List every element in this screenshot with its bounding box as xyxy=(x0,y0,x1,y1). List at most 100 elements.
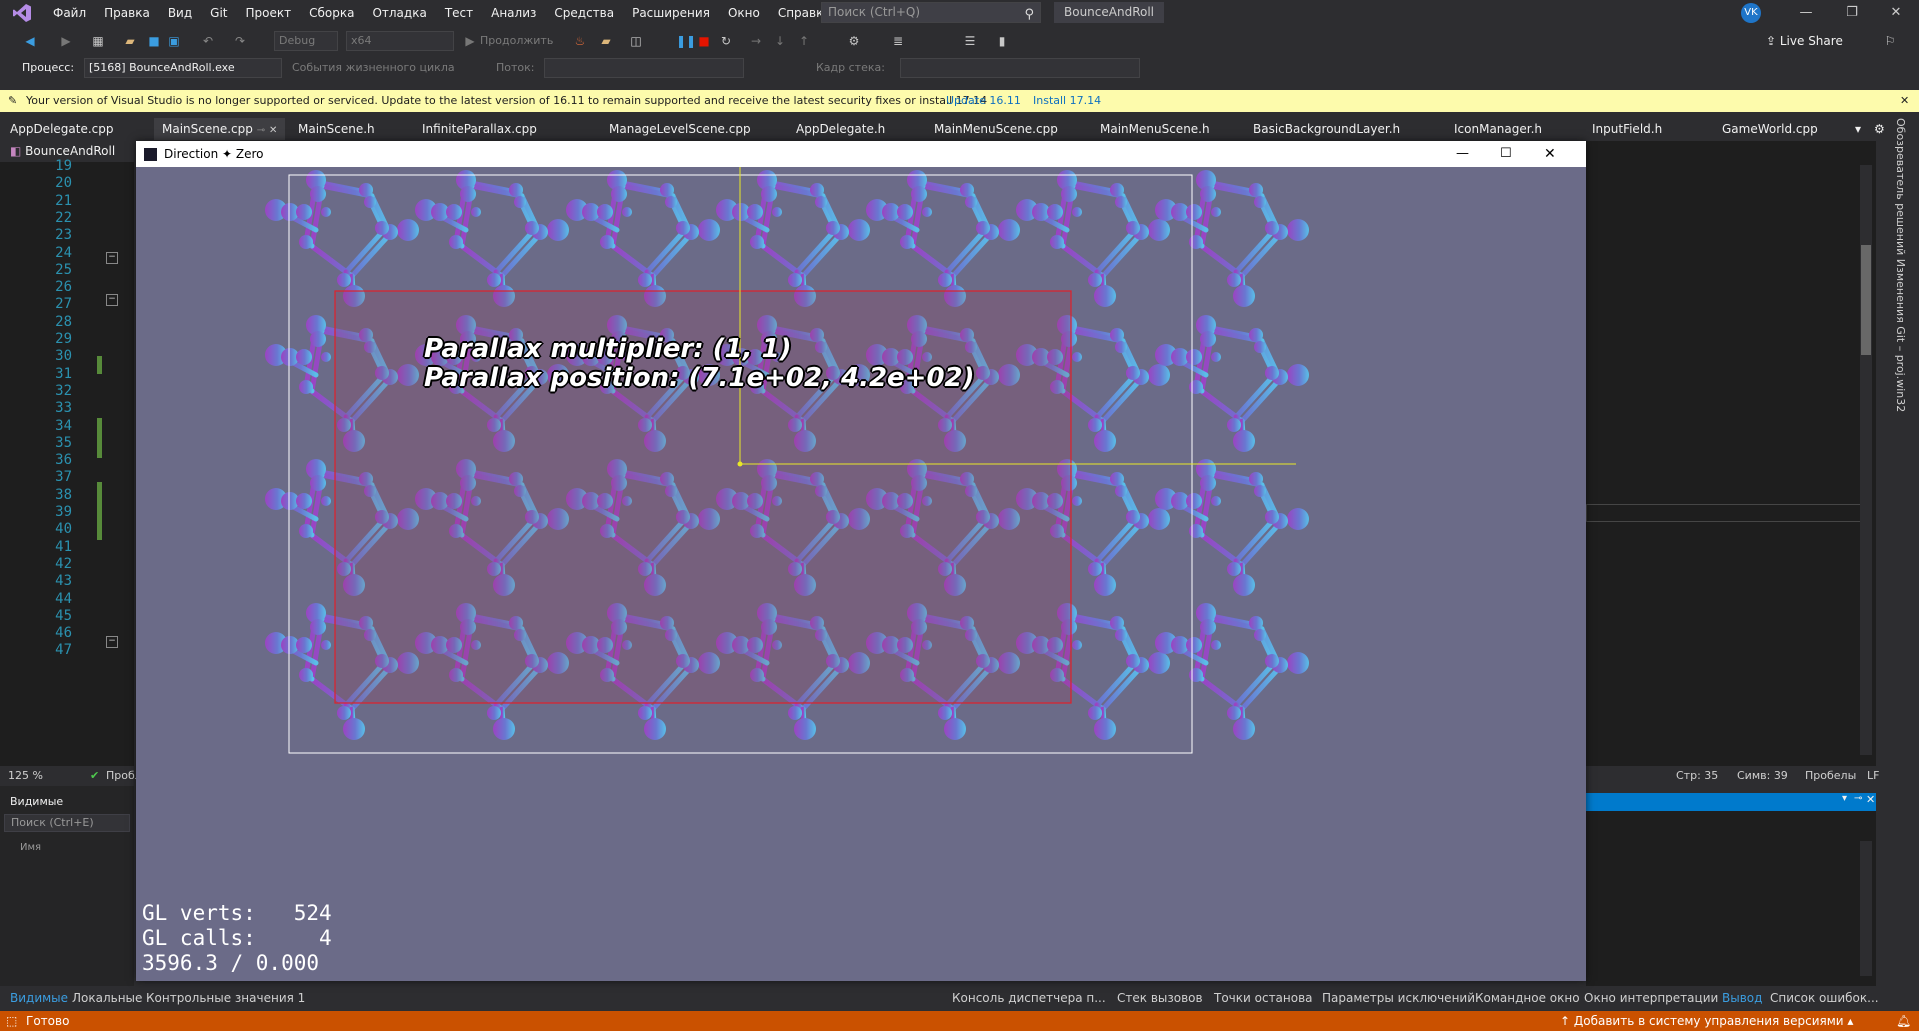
platform-select[interactable]: x64 xyxy=(346,31,454,51)
screenshot-icon[interactable]: ◫ xyxy=(628,33,644,49)
tab-call-stack[interactable]: Стек вызовов xyxy=(1117,987,1203,1009)
game-maximize-icon[interactable]: ☐ xyxy=(1500,141,1512,167)
tab-appdelegate-cpp[interactable]: AppDelegate.cpp xyxy=(10,118,114,140)
collapse-icon[interactable]: − xyxy=(106,294,118,306)
tab-locals[interactable]: Локальные xyxy=(72,987,142,1009)
tab-output[interactable]: Вывод xyxy=(1722,987,1762,1009)
game-minimize-icon[interactable]: — xyxy=(1456,141,1469,167)
menu-tools[interactable]: Средства xyxy=(545,0,623,26)
source-control-button[interactable]: ↑ Добавить в систему управления версиями… xyxy=(1560,1011,1853,1031)
search-input[interactable]: Поиск (Ctrl+Q) ⚲ xyxy=(821,2,1041,23)
tab-exception-settings[interactable]: Параметры исключений xyxy=(1322,987,1475,1009)
tab-mainscene-h[interactable]: MainScene.h xyxy=(298,118,375,140)
close-icon[interactable]: ✕ xyxy=(1873,0,1919,26)
close-tab-icon[interactable]: ✕ xyxy=(269,125,277,136)
save-all-icon[interactable]: ▣ xyxy=(166,33,182,49)
tab-immediate-window[interactable]: Окно интерпретации xyxy=(1584,987,1718,1009)
tab-managelevelscene-cpp[interactable]: ManageLevelScene.cpp xyxy=(609,118,751,140)
tab-autos[interactable]: Видимые xyxy=(10,987,68,1009)
column-name-header[interactable]: Имя xyxy=(20,842,41,853)
eol-indicator[interactable]: LF xyxy=(1867,767,1879,785)
open-folder-icon[interactable]: ▰ xyxy=(122,33,138,49)
install-link[interactable]: Install 17.14 xyxy=(1033,90,1101,112)
tab-mainmenuscene-h[interactable]: MainMenuScene.h xyxy=(1100,118,1210,140)
process-select[interactable]: [5168] BounceAndRoll.exe xyxy=(84,58,282,78)
menu-view[interactable]: Вид xyxy=(159,0,201,26)
locals-search-input[interactable]: Поиск (Ctrl+E) xyxy=(4,814,130,832)
scrollbar-thumb[interactable] xyxy=(1861,245,1871,355)
close-panel-icon[interactable]: ✕ xyxy=(1866,793,1875,806)
step-into-icon[interactable]: ↓ xyxy=(772,33,788,49)
configuration-select[interactable]: Debug xyxy=(274,31,338,51)
stop-icon[interactable]: ■ xyxy=(696,33,712,49)
tab-breakpoints[interactable]: Точки останова xyxy=(1214,987,1313,1009)
collapse-icon[interactable]: − xyxy=(106,636,118,648)
tab-package-manager-console[interactable]: Консоль диспетчера п... xyxy=(952,987,1106,1009)
bookmark-icon[interactable]: ▮ xyxy=(994,33,1010,49)
update-link[interactable]: Update 16.11 xyxy=(946,90,1021,112)
close-infobar-icon[interactable]: ✕ xyxy=(1900,90,1909,112)
tab-watch-1[interactable]: Контрольные значения 1 xyxy=(146,987,305,1009)
tab-infiniteparallax-cpp[interactable]: InfiniteParallax.cpp xyxy=(422,118,537,140)
panel-menu-icon[interactable]: ▾ xyxy=(1842,793,1847,804)
continue-icon[interactable]: ▶ xyxy=(462,33,478,49)
menu-window[interactable]: Окно xyxy=(719,0,769,26)
live-share-button[interactable]: ⇪ Live Share xyxy=(1766,28,1843,54)
tab-mainmenuscene-cpp[interactable]: MainMenuScene.cpp xyxy=(934,118,1058,140)
save-icon[interactable]: ■ xyxy=(146,33,162,49)
continue-button[interactable]: Продолжить xyxy=(480,28,553,54)
tab-iconmanager-h[interactable]: IconManager.h xyxy=(1454,118,1542,140)
menu-file[interactable]: Файл xyxy=(44,0,95,26)
menu-extensions[interactable]: Расширения xyxy=(623,0,719,26)
step-out-icon[interactable]: ↑ xyxy=(796,33,812,49)
menu-test[interactable]: Тест xyxy=(436,0,482,26)
game-window[interactable]: Direction ✦ Zero — ☐ ✕ Parallax multipli… xyxy=(136,141,1586,981)
vertical-scrollbar[interactable] xyxy=(1860,165,1872,755)
tab-settings-icon[interactable]: ⚙ xyxy=(1874,118,1885,140)
undo-icon[interactable]: ↶ xyxy=(200,33,216,49)
tab-error-list[interactable]: Список ошибок... xyxy=(1770,987,1879,1009)
tab-basicbackgroundlayer-h[interactable]: BasicBackgroundLayer.h xyxy=(1253,118,1400,140)
pause-icon[interactable]: ❚❚ xyxy=(676,33,696,49)
attach-icon[interactable]: ▰ xyxy=(598,33,614,49)
tab-command-window[interactable]: Командное окно xyxy=(1475,987,1580,1009)
stack-frame-select[interactable] xyxy=(900,58,1140,78)
spaces-indicator[interactable]: Пробелы xyxy=(1805,767,1856,785)
game-canvas[interactable]: Parallax multiplier: (1, 1) Parallax pos… xyxy=(136,167,1586,981)
menu-git[interactable]: Git xyxy=(201,0,236,26)
new-project-icon[interactable]: ▦ xyxy=(90,33,106,49)
feedback-icon[interactable]: ⚐ xyxy=(1882,33,1898,49)
restore-icon[interactable]: ❐ xyxy=(1829,0,1875,26)
menu-project[interactable]: Проект xyxy=(237,0,301,26)
hot-reload-icon[interactable]: ♨ xyxy=(572,33,588,49)
tab-inputfield-h[interactable]: InputField.h xyxy=(1592,118,1662,140)
tab-appdelegate-h[interactable]: AppDelegate.h xyxy=(796,118,885,140)
solution-explorer-tab[interactable]: Обозреватель решений Изменения Git – pro… xyxy=(1894,118,1907,412)
line-indicator[interactable]: Стр: 35 xyxy=(1676,767,1718,785)
output-scrollbar[interactable] xyxy=(1860,841,1872,976)
game-close-icon[interactable]: ✕ xyxy=(1544,141,1556,167)
pin-panel-icon[interactable]: ⊸ xyxy=(1854,793,1862,804)
diagnostics-icon[interactable]: ⚙ xyxy=(846,33,862,49)
menu-debug[interactable]: Отладка xyxy=(363,0,435,26)
minimize-icon[interactable]: — xyxy=(1783,0,1829,26)
tab-mainscene-cpp[interactable]: MainScene.cpp ⊸ ✕ xyxy=(154,118,286,140)
tab-overflow-icon[interactable]: ▾ xyxy=(1855,118,1861,140)
zoom-level[interactable]: 125 % xyxy=(8,767,43,785)
comment-icon[interactable]: ☰ xyxy=(962,33,978,49)
avatar[interactable]: VK xyxy=(1741,3,1761,23)
pin-icon[interactable]: ⊸ xyxy=(257,125,265,136)
char-indicator[interactable]: Симв: 39 xyxy=(1737,767,1788,785)
redo-icon[interactable]: ↷ xyxy=(232,33,248,49)
restart-icon[interactable]: ↻ xyxy=(718,33,734,49)
notifications-icon[interactable]: 🔔︎ xyxy=(1896,1011,1911,1031)
menu-build[interactable]: Сборка xyxy=(300,0,363,26)
lifecycle-events-button[interactable]: События жизненного цикла xyxy=(292,56,455,80)
tab-gameworld-cpp[interactable]: GameWorld.cpp xyxy=(1722,118,1818,140)
forward-icon[interactable]: ▶ xyxy=(58,33,74,49)
back-icon[interactable]: ◀ xyxy=(22,33,38,49)
menu-analyze[interactable]: Анализ xyxy=(482,0,545,26)
thread-select[interactable] xyxy=(544,58,744,78)
collapse-icon[interactable]: − xyxy=(106,252,118,264)
step-over-icon[interactable]: → xyxy=(748,33,764,49)
